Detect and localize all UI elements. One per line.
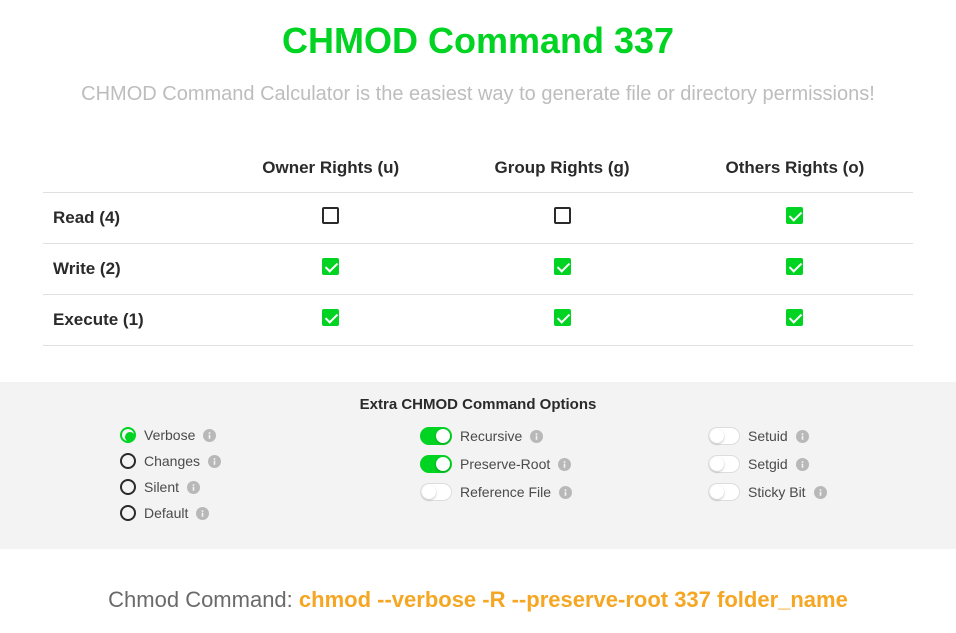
radio-verbose[interactable] xyxy=(120,427,136,443)
info-icon xyxy=(796,430,809,443)
toggle-preserve_root[interactable] xyxy=(420,455,452,473)
command-text: chmod --verbose -R --preserve-root 337 f… xyxy=(299,587,848,612)
toggle-reference_file[interactable] xyxy=(420,483,452,501)
toggle-group-right: Setuid Setgid Sticky Bit xyxy=(648,427,908,521)
col-group: Group Rights (g) xyxy=(447,146,677,193)
info-icon xyxy=(203,429,216,442)
command-output: Chmod Command: chmod --verbose -R --pres… xyxy=(0,587,956,633)
radio-changes[interactable] xyxy=(120,453,136,469)
toggle-sticky_bit[interactable] xyxy=(708,483,740,501)
extra-options-title: Extra CHMOD Command Options xyxy=(0,396,956,413)
radio-group-mode: Verbose Changes Silent Default xyxy=(48,427,348,521)
checkbox-read-others[interactable] xyxy=(786,207,803,224)
row-execute-label: Execute (1) xyxy=(43,295,214,346)
info-icon xyxy=(558,458,571,471)
row-write-label: Write (2) xyxy=(43,244,214,295)
info-icon xyxy=(796,458,809,471)
radio-label-default: Default xyxy=(144,505,188,521)
col-others: Others Rights (o) xyxy=(677,146,913,193)
checkbox-read-group[interactable] xyxy=(554,207,571,224)
radio-label-verbose: Verbose xyxy=(144,427,195,443)
radio-label-changes: Changes xyxy=(144,453,200,469)
permissions-table: Owner Rights (u) Group Rights (g) Others… xyxy=(43,146,913,346)
col-owner: Owner Rights (u) xyxy=(214,146,447,193)
command-label: Chmod Command: xyxy=(108,587,299,612)
checkbox-read-owner[interactable] xyxy=(322,207,339,224)
toggle-group-mid: Recursive Preserve-Root Reference File xyxy=(348,427,648,521)
info-icon xyxy=(187,481,200,494)
extra-options-section: Extra CHMOD Command Options Verbose Chang… xyxy=(0,382,956,549)
toggle-setuid[interactable] xyxy=(708,427,740,445)
info-icon xyxy=(530,430,543,443)
checkbox-execute-others[interactable] xyxy=(786,309,803,326)
toggle-label-setuid: Setuid xyxy=(748,428,788,444)
toggle-label-recursive: Recursive xyxy=(460,428,522,444)
toggle-recursive[interactable] xyxy=(420,427,452,445)
toggle-label-setgid: Setgid xyxy=(748,456,788,472)
checkbox-write-group[interactable] xyxy=(554,258,571,275)
info-icon xyxy=(814,486,827,499)
toggle-setgid[interactable] xyxy=(708,455,740,473)
checkbox-execute-owner[interactable] xyxy=(322,309,339,326)
row-read-label: Read (4) xyxy=(43,193,214,244)
info-icon xyxy=(559,486,572,499)
page-subtitle: CHMOD Command Calculator is the easiest … xyxy=(0,80,956,108)
radio-label-silent: Silent xyxy=(144,479,179,495)
page-title: CHMOD Command 337 xyxy=(0,20,956,62)
radio-default[interactable] xyxy=(120,505,136,521)
checkbox-write-owner[interactable] xyxy=(322,258,339,275)
toggle-label-sticky_bit: Sticky Bit xyxy=(748,484,806,500)
radio-silent[interactable] xyxy=(120,479,136,495)
checkbox-write-others[interactable] xyxy=(786,258,803,275)
toggle-label-reference_file: Reference File xyxy=(460,484,551,500)
checkbox-execute-group[interactable] xyxy=(554,309,571,326)
info-icon xyxy=(196,507,209,520)
info-icon xyxy=(208,455,221,468)
toggle-label-preserve_root: Preserve-Root xyxy=(460,456,550,472)
